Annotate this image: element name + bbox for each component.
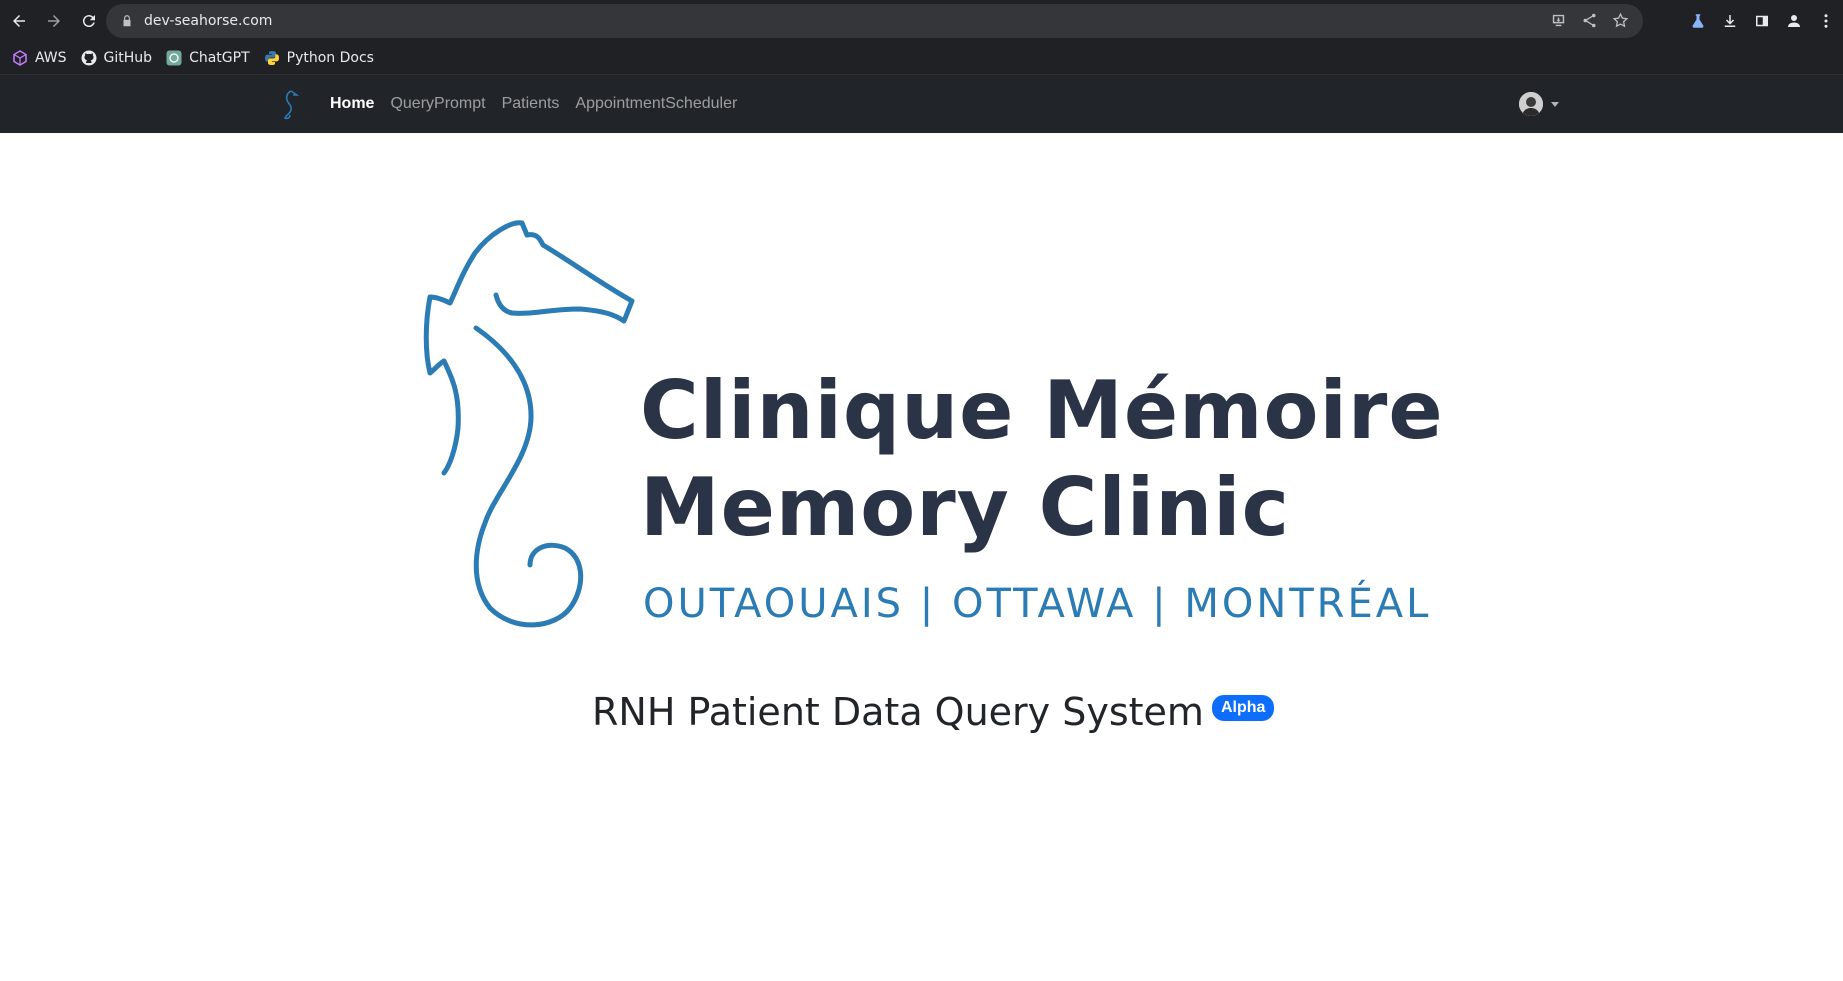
share-icon[interactable] <box>1581 12 1598 33</box>
bookmark-aws[interactable]: AWS <box>12 50 67 66</box>
bookmark-github[interactable]: GitHub <box>81 50 153 66</box>
bookmark-label: GitHub <box>103 50 153 66</box>
labs-flask-icon[interactable] <box>1689 12 1707 30</box>
bookmark-label: AWS <box>35 50 67 66</box>
nav-appointmentscheduler[interactable]: AppointmentScheduler <box>575 95 737 113</box>
logo-cities: OUTAOUAIS | OTTAWA | MONTRÉAL <box>643 581 1432 627</box>
downloads-icon[interactable] <box>1721 12 1739 30</box>
logo-line1: Clinique Mémoire <box>640 364 1444 457</box>
python-icon <box>264 50 280 66</box>
bookmarks-bar: AWS GitHub ChatGPT Python Docs <box>0 42 1843 75</box>
reload-button[interactable] <box>73 5 105 37</box>
bookmark-python-docs[interactable]: Python Docs <box>264 50 374 66</box>
bookmark-label: Python Docs <box>286 50 374 66</box>
profile-icon[interactable] <box>1785 12 1803 30</box>
forward-button[interactable] <box>38 5 70 37</box>
nav-queryprompt[interactable]: QueryPrompt <box>390 95 485 113</box>
nav-patients[interactable]: Patients <box>502 95 560 113</box>
bookmark-chatgpt[interactable]: ChatGPT <box>166 50 250 66</box>
browser-chrome: dev-seahorse.com AWS GitHub ChatGPT Pyth… <box>0 0 1843 75</box>
browser-tools <box>1689 4 1835 38</box>
browser-menu-icon[interactable] <box>1817 12 1835 30</box>
forward-arrow-icon <box>48 15 60 27</box>
logo-line2: Memory Clinic <box>640 461 1290 554</box>
back-arrow-icon <box>13 15 25 27</box>
address-bar-actions <box>1550 12 1629 33</box>
seahorse-logo-icon <box>423 220 635 628</box>
main-content: Clinique Mémoire Memory Clinic OUTAOUAIS… <box>0 133 1843 981</box>
chatgpt-icon <box>166 50 182 66</box>
seahorse-brand-icon[interactable] <box>280 89 302 121</box>
nav-home[interactable]: Home <box>330 95 374 113</box>
install-app-icon[interactable] <box>1550 12 1567 33</box>
bookmark-label: ChatGPT <box>189 50 250 66</box>
aws-icon <box>12 50 28 66</box>
back-button[interactable] <box>3 5 35 37</box>
page-title-wrapper: RNH Patient Data Query System Alpha <box>592 690 1275 735</box>
nav-links: Home QueryPrompt Patients AppointmentSch… <box>330 75 737 133</box>
reload-icon <box>82 15 95 28</box>
side-panel-icon[interactable] <box>1753 12 1771 30</box>
url-text[interactable]: dev-seahorse.com <box>144 13 272 29</box>
status-badge: Alpha <box>1211 695 1275 721</box>
lock-icon <box>123 15 131 27</box>
browser-toolbar: dev-seahorse.com <box>0 0 1843 42</box>
user-menu[interactable] <box>1519 92 1559 116</box>
bookmark-star-icon[interactable] <box>1612 12 1629 33</box>
address-bar[interactable]: dev-seahorse.com <box>106 4 1643 38</box>
chevron-down-icon[interactable] <box>1551 101 1559 107</box>
github-icon <box>81 50 97 66</box>
app-navbar: Home QueryPrompt Patients AppointmentSch… <box>0 75 1843 133</box>
avatar[interactable] <box>1519 92 1543 116</box>
page-title: RNH Patient Data Query System <box>592 690 1204 734</box>
